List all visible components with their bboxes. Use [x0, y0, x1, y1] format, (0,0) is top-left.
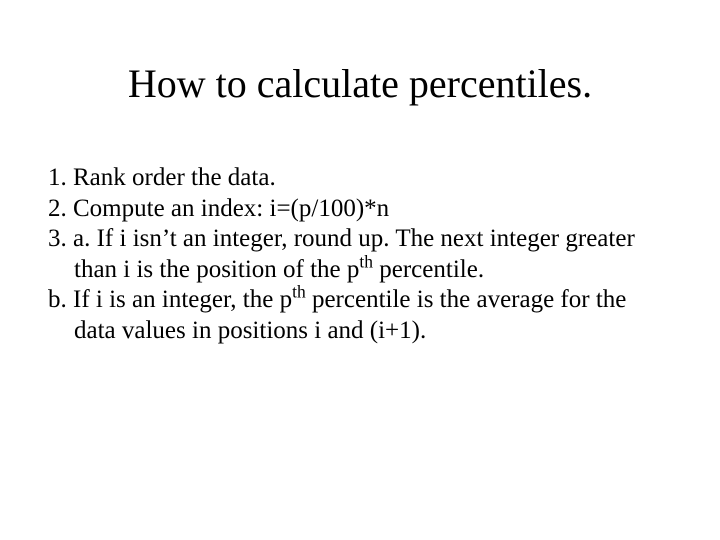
- slide-title: How to calculate percentiles.: [48, 60, 672, 107]
- text-run: b. If i is an integer, the p: [48, 286, 292, 313]
- slide-body: 1. Rank order the data. 2. Compute an in…: [48, 163, 672, 346]
- text-run: 3. a. If i isn’t an integer, round up. T…: [48, 225, 635, 283]
- list-item: 3. a. If i isn’t an integer, round up. T…: [48, 224, 672, 285]
- superscript: th: [359, 251, 373, 271]
- list-item: 2. Compute an index: i=(p/100)*n: [48, 194, 672, 225]
- list-item: b. If i is an integer, the pth percentil…: [48, 285, 672, 346]
- slide: How to calculate percentiles. 1. Rank or…: [0, 0, 720, 540]
- list-item: 1. Rank order the data.: [48, 163, 672, 194]
- text-run: percentile.: [373, 256, 484, 283]
- superscript: th: [292, 282, 306, 302]
